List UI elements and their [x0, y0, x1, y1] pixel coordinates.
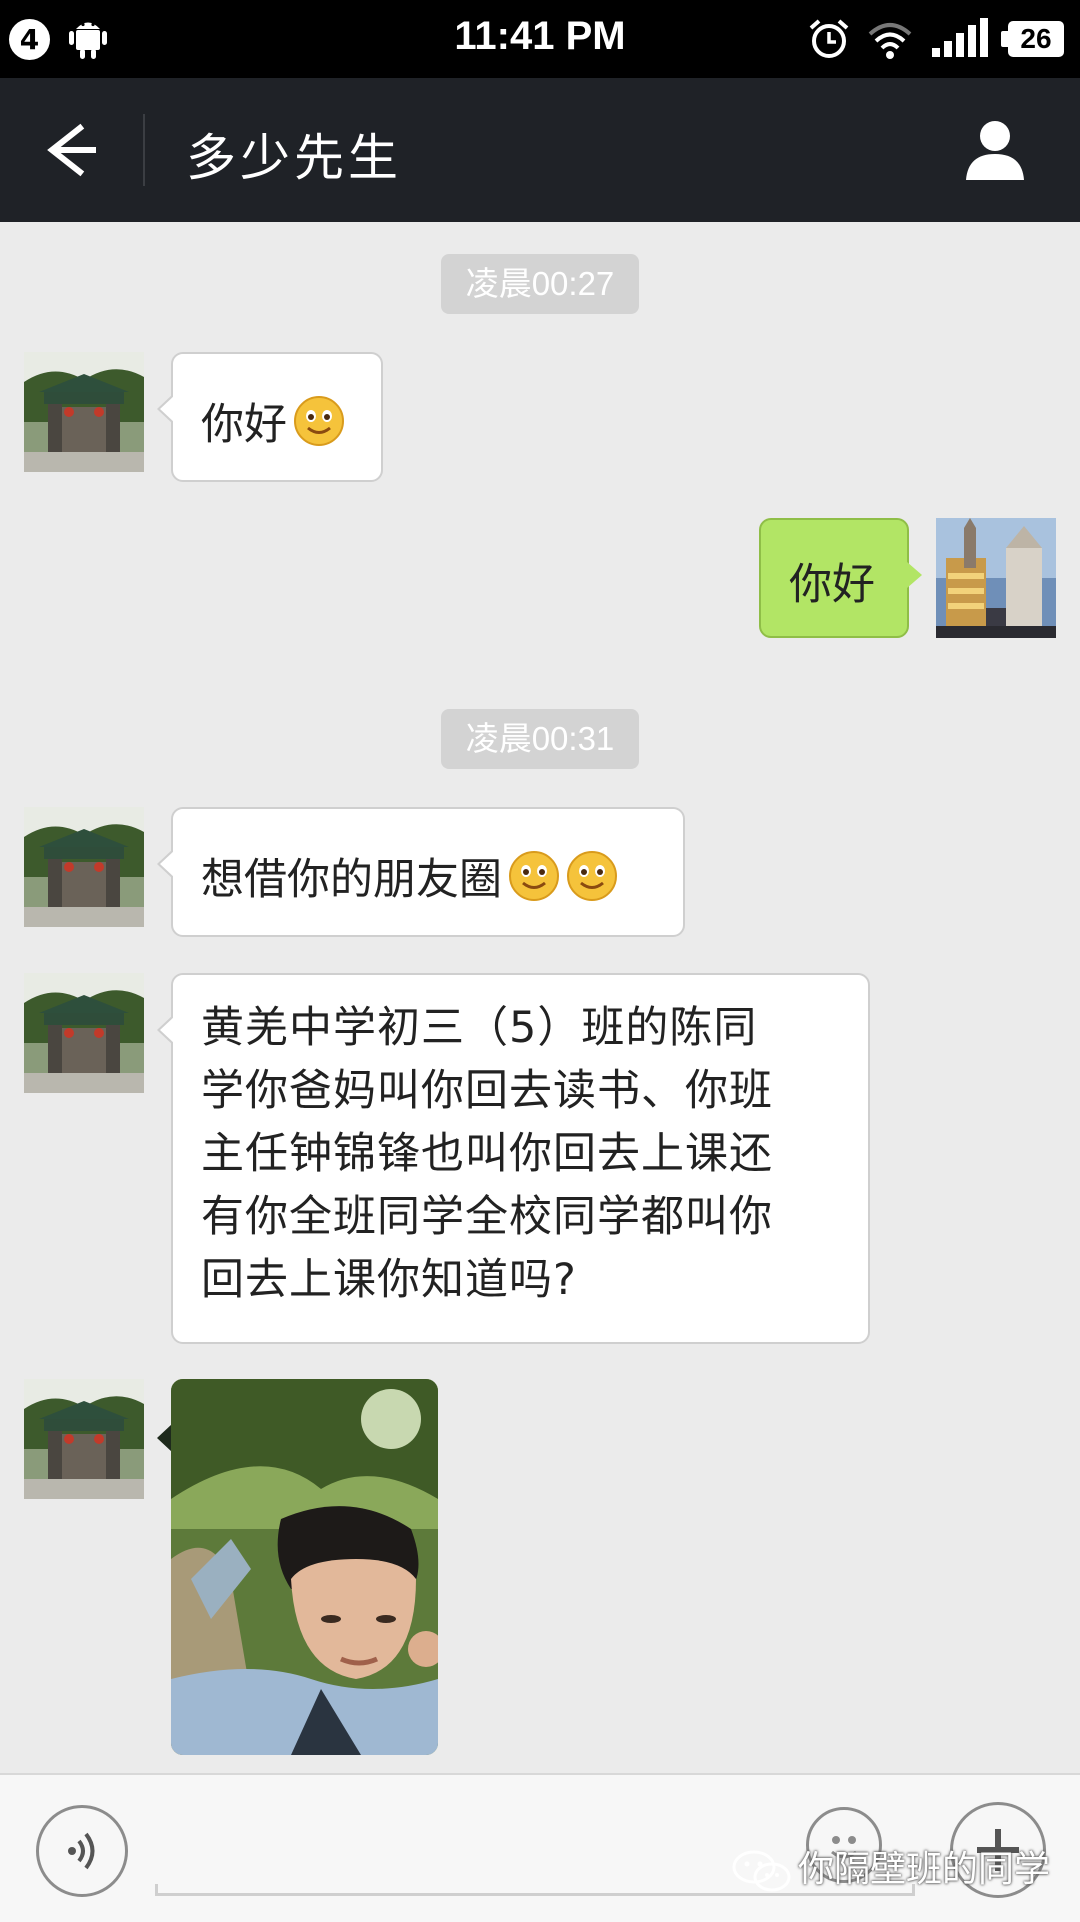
- contact-avatar[interactable]: [24, 973, 144, 1093]
- message-text: 你好: [789, 560, 875, 610]
- received-message-bubble[interactable]: 想借你的朋友圈: [157, 807, 685, 937]
- arrow-left-icon[interactable]: [30, 116, 110, 184]
- chat-title: 多少先生: [186, 129, 402, 187]
- alarm-icon: [809, 19, 849, 58]
- status-bar: 4 11:41 PM 26: [0, 0, 1080, 78]
- status-time: 11:41 PM: [454, 14, 626, 58]
- voice-icon: [68, 1832, 95, 1870]
- watermark-text: 你隔壁班的同学: [798, 1849, 1051, 1890]
- message-text: 黄羌中学初三（5）班的陈同学你爸妈叫你回去读书、你班主任钟锦锋也叫你回去上课还有…: [201, 1003, 773, 1305]
- sent-message-bubble[interactable]: 你好: [759, 518, 922, 638]
- message-text: 想借你的朋友圈: [201, 855, 502, 905]
- wechat-logo-icon: [732, 1850, 791, 1892]
- voice-input-button[interactable]: [36, 1805, 128, 1897]
- smiley-icon: [294, 396, 344, 446]
- contact-avatar[interactable]: [24, 1379, 144, 1499]
- message-timestamp: 凌晨00:27: [441, 254, 639, 314]
- battery-icon: 26: [1001, 21, 1064, 57]
- message-input[interactable]: [155, 1884, 915, 1896]
- person-icon[interactable]: [960, 114, 1030, 184]
- received-message-bubble[interactable]: 黄羌中学初三（5）班的陈同学你爸妈叫你回去读书、你班主任钟锦锋也叫你回去上课还有…: [157, 973, 870, 1344]
- watermark: 你隔壁班的同学: [730, 1840, 1050, 1893]
- signal-icon: [932, 18, 988, 57]
- smiley-icon: [567, 851, 617, 901]
- received-message-bubble[interactable]: 你好: [157, 352, 383, 482]
- contact-avatar[interactable]: [24, 352, 144, 472]
- message-text: 你好: [201, 400, 287, 450]
- image-bubble-tail: [157, 1424, 172, 1452]
- message-timestamp: 凌晨00:31: [441, 709, 639, 769]
- chat-header: 多少先生: [0, 78, 1080, 222]
- my-avatar[interactable]: [936, 518, 1056, 638]
- smiley-icon: [509, 851, 559, 901]
- wifi-icon: [868, 23, 912, 59]
- header-divider: [143, 114, 145, 186]
- contact-avatar[interactable]: [24, 807, 144, 927]
- image-message[interactable]: [171, 1379, 438, 1755]
